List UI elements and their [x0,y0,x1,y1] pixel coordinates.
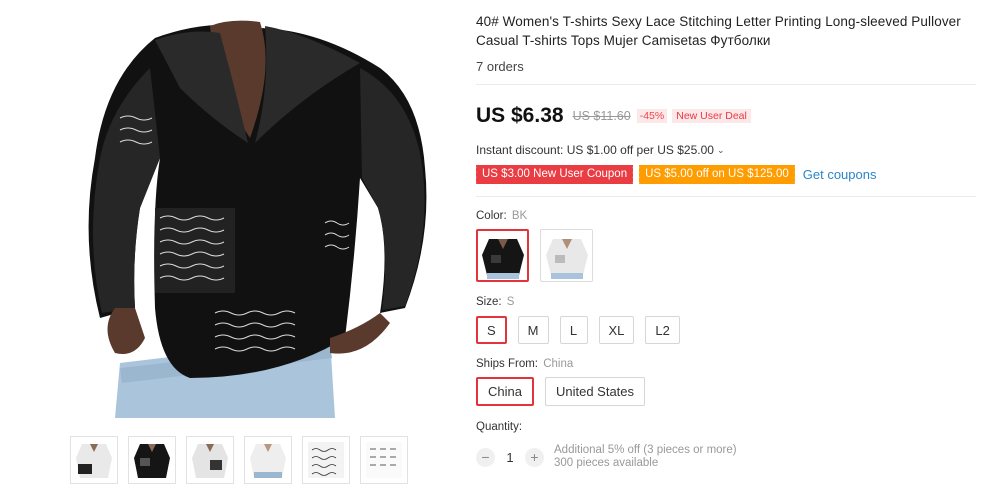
size-option-l[interactable]: L [559,316,588,344]
current-price: US $6.38 [476,104,564,127]
thumbnail-1[interactable] [70,436,118,484]
thumbnail-6[interactable] [360,436,408,484]
store-coupon[interactable]: US $5.00 off on US $125.00 [637,165,795,184]
quantity-note: Additional 5% off (3 pieces or more) 300… [554,444,737,470]
size-option-m[interactable]: M [517,316,549,344]
quantity-label: Quantity: [476,421,523,433]
color-option-white[interactable] [540,229,593,282]
quantity-value[interactable]: 1 [495,450,525,465]
size-option-l2[interactable]: L2 [645,316,680,344]
color-selected-value: BK [511,210,528,222]
thumbnail-4[interactable] [244,436,292,484]
black-top-icon [481,238,524,279]
orders-count: 7 orders [476,59,524,74]
instant-discount-text: Instant discount: US $1.00 off per US $2… [476,143,714,157]
new-user-deal-badge: New User Deal [672,109,751,123]
ships-from-option-united-states[interactable]: United States [544,377,646,406]
ships-from-section: Ships From: China China United States [476,358,976,406]
quantity-section: Quantity: − 1 + Additional 5% off (3 pie… [476,421,976,470]
white-top-icon [545,238,588,279]
black-top-icon [134,444,170,478]
size-option-xl[interactable]: XL [598,316,635,344]
size-option-s[interactable]: S [476,316,507,344]
color-section: Color: BK [476,210,976,282]
thumbnail-3[interactable] [186,436,234,484]
ships-from-label: Ships From: [476,358,538,370]
color-label: Color: [476,210,507,222]
thumbnail-5[interactable] [302,436,350,484]
new-user-coupon[interactable]: US $3.00 New User Coupon [473,165,634,184]
thumbnail-2[interactable] [128,436,176,484]
script-print-icon [366,442,402,478]
increase-quantity-button[interactable]: + [525,447,544,467]
quantity-stepper: − 1 + Additional 5% off (3 pieces or mor… [476,444,976,470]
ships-from-options: China United States [476,377,976,406]
coupon-row: US $3.00 New User Coupon US $5.00 off on… [473,165,976,184]
chevron-down-icon: ⌄ [716,144,725,155]
instant-discount[interactable]: Instant discount: US $1.00 off per US $2… [476,143,976,157]
discount-badge: -45% [636,109,668,123]
size-selected-value: S [506,296,515,308]
main-product-image[interactable] [60,8,450,418]
size-section: Size: S S M L XL L2 [476,296,976,344]
product-title: 40# Women's T-shirts Sexy Lace Stitching… [476,14,961,48]
get-coupons-link[interactable]: Get coupons [803,167,877,182]
bulk-discount-note: Additional 5% off (3 pieces or more) [554,444,737,456]
ships-from-selected-value: China [543,358,574,370]
white-top-icon [192,444,228,478]
decrease-quantity-button[interactable]: − [476,447,495,467]
product-info: 40# Women's T-shirts Sexy Lace Stitching… [473,12,976,470]
white-top-icon [250,444,286,478]
color-options [476,229,976,282]
divider [476,84,976,85]
size-label: Size: [476,296,502,308]
price-row: US $6.38 US $11.60 -45% New User Deal [476,103,976,129]
color-option-bk[interactable] [476,229,529,282]
stock-available-note: 300 pieces available [554,457,659,469]
original-price: US $11.60 [572,109,631,123]
ships-from-option-china[interactable]: China [476,377,534,406]
script-print-icon [308,442,344,478]
divider [476,196,976,197]
thumbnail-strip [70,436,408,484]
size-options: S M L XL L2 [476,316,976,344]
white-top-icon [76,444,112,478]
black-lace-top-image [88,20,427,418]
